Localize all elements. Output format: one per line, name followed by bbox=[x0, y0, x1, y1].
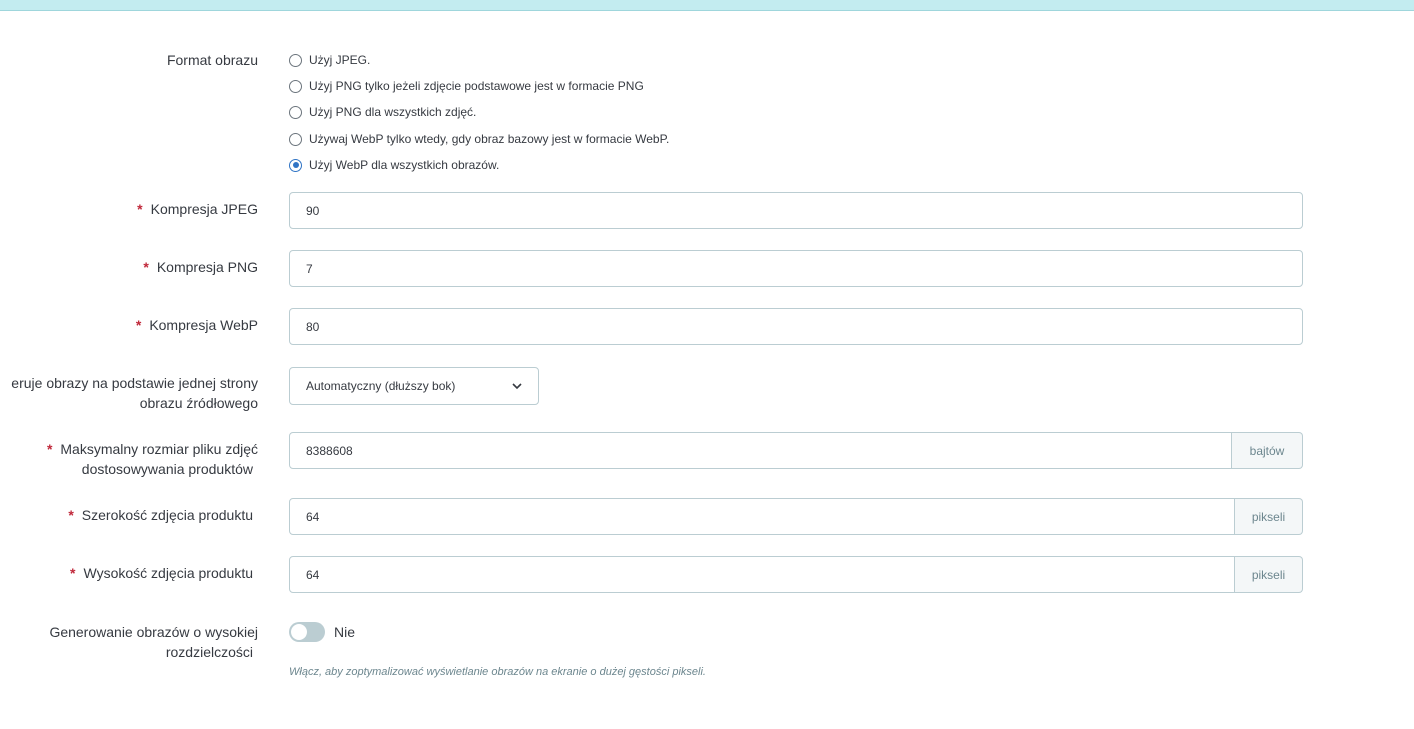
high-dpi-state-label: Nie bbox=[334, 624, 356, 640]
png-compression-input[interactable]: 7 bbox=[289, 250, 1303, 287]
max-file-size-input[interactable]: 8388608 bbox=[289, 432, 1232, 469]
max-file-size-label-line1: Maksymalny rozmiar pliku zdjęć bbox=[60, 441, 258, 457]
radio-webp-if-base-webp-label: Używaj WebP tylko wtedy, gdy obraz bazow… bbox=[309, 132, 670, 146]
high-dpi-label: Generowanie obrazów o wysokiej rozdzielc… bbox=[0, 622, 258, 662]
toggle-knob bbox=[291, 624, 307, 640]
required-asterisk: * bbox=[137, 201, 143, 217]
radio-webp-all[interactable] bbox=[289, 158, 302, 172]
max-file-size-value: 8388608 bbox=[306, 443, 353, 458]
product-image-height-input[interactable]: 64 bbox=[289, 556, 1235, 593]
png-compression-label-text: Kompresja PNG bbox=[156, 259, 258, 275]
resize-mode-label-line2: obrazu źródłowego bbox=[139, 395, 258, 411]
product-image-width-value: 64 bbox=[306, 509, 320, 524]
radio-jpeg-label: Użyj JPEG. bbox=[309, 53, 371, 67]
radio-option-webp-all[interactable]: Użyj WebP dla wszystkich obrazów. bbox=[289, 156, 499, 174]
high-dpi-help-text: Włącz, aby zoptymalizować wyświetlanie o… bbox=[289, 666, 706, 678]
webp-compression-label: * Kompresja WebP bbox=[0, 315, 258, 335]
required-asterisk: * bbox=[46, 441, 53, 457]
radio-png-if-base-png[interactable] bbox=[289, 79, 302, 93]
webp-compression-label-text: Kompresja WebP bbox=[149, 317, 258, 333]
max-file-size-unit: bajtów bbox=[1232, 432, 1303, 469]
jpeg-compression-value: 90 bbox=[306, 203, 320, 218]
png-compression-value: 7 bbox=[306, 261, 313, 276]
webp-compression-value: 80 bbox=[306, 319, 320, 334]
product-image-height-label: * Wysokość zdjęcia produktu bbox=[0, 563, 253, 583]
radio-jpeg[interactable] bbox=[289, 53, 302, 67]
radio-option-png-all[interactable]: Użyj PNG dla wszystkich zdjęć. bbox=[289, 103, 476, 121]
product-image-width-input[interactable]: 64 bbox=[289, 498, 1235, 535]
max-file-size-label: * Maksymalny rozmiar pliku zdjęć dostosow… bbox=[0, 439, 258, 479]
product-image-width-label-text: Szerokość zdjęcia produktu bbox=[81, 507, 253, 523]
radio-option-jpeg[interactable]: Użyj JPEG. bbox=[289, 51, 370, 69]
radio-webp-all-label: Użyj WebP dla wszystkich obrazów. bbox=[309, 158, 500, 172]
resize-mode-select[interactable]: Automatyczny (dłuższy bok) bbox=[289, 367, 539, 405]
required-asterisk: * bbox=[135, 317, 142, 333]
required-asterisk: * bbox=[70, 565, 76, 581]
resize-mode-label: eruje obrazy na podstawie jednej strony … bbox=[0, 373, 258, 413]
webp-compression-input[interactable]: 80 bbox=[289, 308, 1303, 345]
product-image-height-label-text: Wysokość zdjęcia produktu bbox=[83, 565, 253, 581]
radio-option-webp-if-base-webp[interactable]: Używaj WebP tylko wtedy, gdy obraz bazow… bbox=[289, 130, 669, 148]
radio-png-all[interactable] bbox=[289, 105, 302, 119]
product-image-width-label: * Szerokość zdjęcia produktu bbox=[0, 505, 253, 525]
png-compression-label: * Kompresja PNG bbox=[0, 257, 258, 277]
image-format-label: Format obrazu bbox=[166, 52, 258, 68]
high-dpi-toggle[interactable] bbox=[289, 622, 325, 642]
product-image-height-value: 64 bbox=[306, 567, 320, 582]
jpeg-compression-label: * Kompresja JPEG bbox=[0, 199, 258, 219]
radio-webp-if-base-webp[interactable] bbox=[289, 132, 302, 146]
jpeg-compression-input[interactable]: 90 bbox=[289, 192, 1303, 229]
product-image-width-unit: pikseli bbox=[1235, 498, 1303, 535]
high-dpi-label-line1: Generowanie obrazów o wysokiej bbox=[49, 624, 258, 640]
chevron-down-icon bbox=[512, 383, 522, 390]
radio-png-if-base-png-label: Użyj PNG tylko jeżeli zdjęcie podstawowe… bbox=[309, 79, 644, 93]
top-bar bbox=[0, 0, 1414, 11]
resize-mode-label-line1: eruje obrazy na podstawie jednej strony bbox=[11, 375, 258, 391]
product-image-height-unit: pikseli bbox=[1235, 556, 1303, 593]
max-file-size-label-line2: dostosowywania produktów bbox=[81, 461, 253, 477]
required-asterisk: * bbox=[68, 507, 74, 523]
radio-png-all-label: Użyj PNG dla wszystkich zdjęć. bbox=[309, 105, 477, 119]
resize-mode-selected: Automatyczny (dłuższy bok) bbox=[306, 379, 456, 393]
high-dpi-label-line2: rozdzielczości bbox=[165, 644, 253, 660]
radio-option-png-if-base-png[interactable]: Użyj PNG tylko jeżeli zdjęcie podstawowe… bbox=[289, 77, 644, 95]
required-asterisk: * bbox=[143, 259, 149, 275]
jpeg-compression-label-text: Kompresja JPEG bbox=[150, 201, 258, 217]
